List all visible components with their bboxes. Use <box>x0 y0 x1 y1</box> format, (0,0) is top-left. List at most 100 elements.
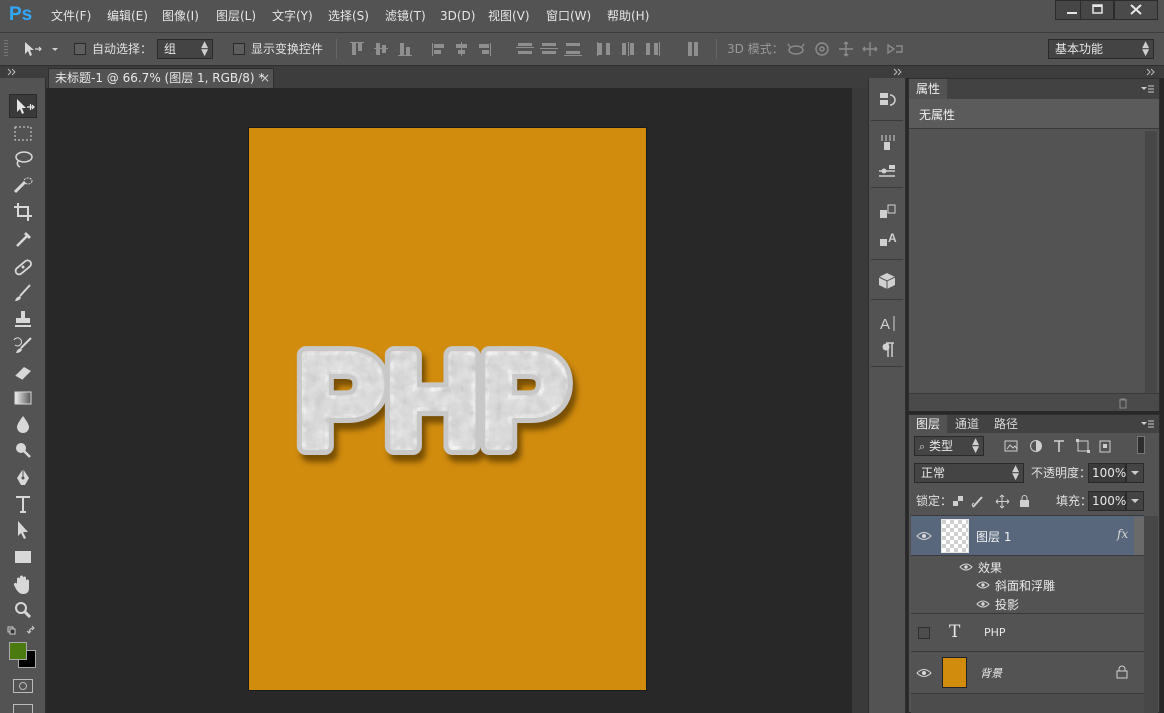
menu-layer[interactable]: 图层(L) <box>216 0 256 32</box>
menu-filter[interactable]: 滤镜(T) <box>385 0 426 32</box>
character-panel-button[interactable]: A <box>875 312 899 334</box>
layer-row-background[interactable]: 背景 <box>911 652 1144 694</box>
layer-name[interactable]: PHP <box>984 626 1006 639</box>
pen-tool[interactable] <box>9 466 37 490</box>
history-panel-button[interactable] <box>875 90 899 112</box>
layer-filter-dropdown[interactable]: ⌕ 类型 ▲ ▼ <box>914 436 984 456</box>
auto-select-dropdown[interactable]: 组 ▲ ▼ <box>157 39 213 59</box>
history-brush-tool[interactable] <box>9 334 37 358</box>
swap-reset-colors[interactable] <box>7 624 39 636</box>
brush-tool[interactable] <box>9 281 37 305</box>
dodge-tool[interactable] <box>9 438 37 462</box>
move-tool-icon <box>25 42 58 56</box>
menu-edit[interactable]: 编辑(E) <box>107 0 148 32</box>
eye-icon[interactable] <box>959 562 973 572</box>
effects-row[interactable]: 效果 <box>959 559 1139 575</box>
opacity-label: 不透明度： <box>1031 466 1092 480</box>
menu-window[interactable]: 窗口(W) <box>546 0 591 32</box>
eraser-tool[interactable] <box>9 360 37 384</box>
eye-icon[interactable] <box>916 668 932 678</box>
fill-input[interactable]: 100% <box>1088 491 1126 511</box>
effect-row-bevel[interactable]: 斜面和浮雕 <box>976 577 1136 593</box>
filter-toggle-switch[interactable] <box>1137 436 1145 454</box>
path-selection-tool[interactable] <box>9 518 37 542</box>
eye-icon[interactable] <box>976 599 990 609</box>
document-scrollbar[interactable] <box>852 88 868 713</box>
shape-tool[interactable] <box>9 545 37 569</box>
canvas[interactable]: PHP PHP PHP PHP <box>249 128 646 690</box>
close-button[interactable] <box>1114 0 1158 20</box>
brush-panel-button[interactable] <box>875 160 899 182</box>
menu-3d[interactable]: 3D(D) <box>440 0 475 32</box>
brush-presets-button[interactable] <box>875 132 899 154</box>
zoom-tool[interactable] <box>9 598 37 622</box>
3d-panel-button[interactable] <box>875 270 899 292</box>
lock-label: 锁定： <box>916 494 953 508</box>
menu-help[interactable]: 帮助(H) <box>607 0 649 32</box>
blur-tool[interactable] <box>9 412 37 436</box>
gradient-tool[interactable] <box>9 386 37 410</box>
properties-scrollbar[interactable] <box>1145 131 1157 393</box>
distribute-bottom-icon <box>564 43 582 56</box>
opacity-input[interactable]: 100% <box>1088 463 1126 483</box>
effect-row-drop-shadow[interactable]: 投影 <box>976 596 1136 612</box>
workspace-dropdown[interactable]: 基本功能 ▲ ▼ <box>1048 39 1154 59</box>
clone-stamp-tool[interactable] <box>9 308 37 332</box>
menu-type[interactable]: 文字(Y) <box>272 0 313 32</box>
menu-select[interactable]: 选择(S) <box>328 0 369 32</box>
marquee-tool[interactable] <box>9 121 37 145</box>
php-text-fill: PHP <box>297 327 568 474</box>
rectangle-icon <box>15 551 31 563</box>
healing-brush-tool[interactable] <box>9 255 37 279</box>
fx-icon[interactable]: fx <box>1117 527 1128 541</box>
foreground-color-swatch[interactable] <box>9 642 27 660</box>
menu-image[interactable]: 图像(I) <box>162 0 199 32</box>
trash-icon[interactable] <box>1117 397 1129 409</box>
stamp-icon <box>15 311 31 327</box>
opacity-dropdown-button[interactable] <box>1126 463 1144 483</box>
layer-filter-icons <box>1002 437 1120 455</box>
hand-tool[interactable] <box>9 573 37 597</box>
lasso-tool[interactable] <box>9 147 37 171</box>
menu-file[interactable]: 文件(F) <box>51 0 91 32</box>
layer-name[interactable]: 图层 1 <box>976 528 1011 545</box>
menu-view[interactable]: 视图(V) <box>488 0 530 32</box>
layers-scrollbar-thumb[interactable] <box>1134 517 1144 555</box>
move-tool-icon <box>17 99 35 114</box>
close-tab-icon[interactable]: × <box>260 69 270 88</box>
show-transform-checkbox[interactable] <box>233 43 245 55</box>
layer-row-layer-1[interactable]: 图层 1 fx <box>911 516 1144 556</box>
tab-paths[interactable]: 路径 <box>987 415 1026 433</box>
panel-menu-button[interactable] <box>1139 418 1155 430</box>
visibility-toggle[interactable] <box>918 627 930 639</box>
clone-source-button[interactable] <box>875 201 899 223</box>
type-tool[interactable] <box>9 492 37 516</box>
layer-name[interactable]: 背景 <box>980 665 1002 681</box>
blend-mode-dropdown[interactable]: 正常 ▲ ▼ <box>914 463 1024 483</box>
paragraph-panel-button[interactable] <box>875 339 899 361</box>
auto-select-checkbox[interactable] <box>74 43 86 55</box>
eye-icon[interactable] <box>916 531 932 541</box>
quick-select-tool[interactable] <box>9 174 37 198</box>
maximize-button[interactable] <box>1080 0 1114 20</box>
screen-mode-button[interactable] <box>13 704 33 713</box>
crop-tool[interactable] <box>9 200 37 224</box>
updown-arrow-icon: ▲ ▼ <box>1012 464 1019 482</box>
document-tab[interactable]: 未标题-1 @ 66.7% (图层 1, RGB/8) * × <box>48 68 274 88</box>
options-bar-grip[interactable] <box>4 40 8 58</box>
layer-row-php[interactable]: T PHP <box>911 614 1144 652</box>
move-tool-preset[interactable] <box>22 40 62 58</box>
3d-pan-icon <box>839 41 853 57</box>
eye-icon[interactable] <box>976 580 990 590</box>
panel-menu-button[interactable] <box>1139 83 1155 95</box>
tab-properties[interactable]: 属性 <box>909 79 948 99</box>
tab-layers[interactable]: 图层 <box>909 415 948 433</box>
character-styles-button[interactable]: A <box>875 229 899 251</box>
layers-scrollbar[interactable] <box>1144 516 1158 713</box>
quick-mask-button[interactable] <box>13 679 33 693</box>
lock-options <box>951 492 1035 510</box>
tab-channels[interactable]: 通道 <box>948 415 987 433</box>
eyedropper-tool[interactable] <box>9 227 37 251</box>
fill-dropdown-button[interactable] <box>1126 491 1144 511</box>
move-tool[interactable] <box>9 94 37 118</box>
